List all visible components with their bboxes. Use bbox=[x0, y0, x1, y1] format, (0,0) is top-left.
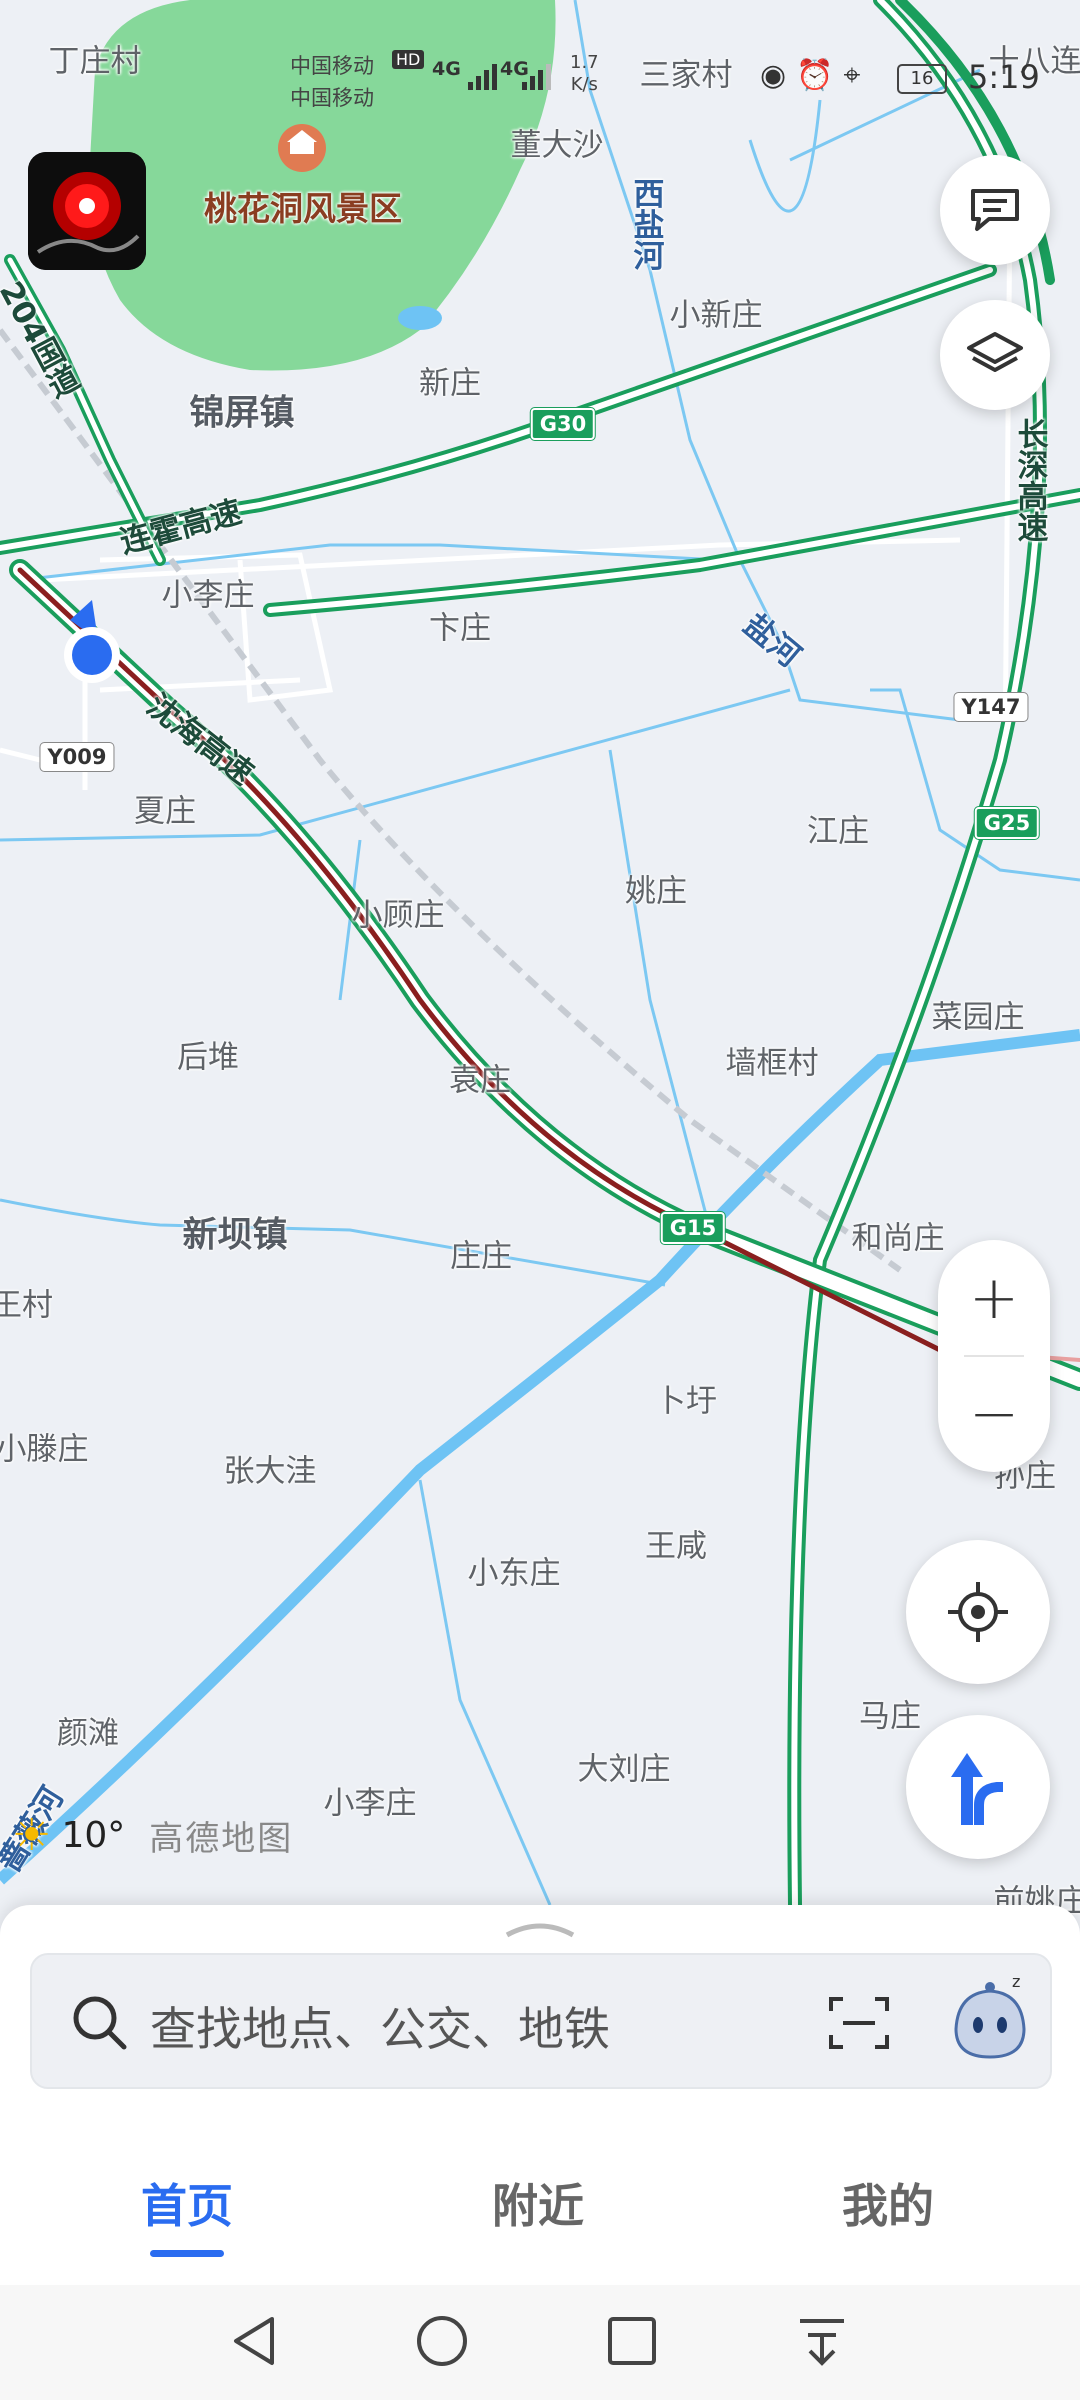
weather-widget[interactable]: ☀ 10° 高德地图 bbox=[12, 1810, 293, 1861]
network-type: 4G bbox=[432, 58, 461, 80]
place-label[interactable]: 小滕庄 bbox=[0, 1424, 89, 1469]
place-label[interactable]: 后堆 bbox=[177, 1032, 239, 1077]
road-shield: Y147 bbox=[954, 693, 1028, 721]
place-label[interactable]: 颜滩 bbox=[57, 1708, 119, 1753]
search-bar[interactable]: 查找地点、公交、地铁 z bbox=[30, 1953, 1052, 2089]
place-label[interactable]: 小新庄 bbox=[670, 290, 763, 335]
place-label[interactable]: 卜圩 bbox=[655, 1376, 717, 1421]
place-label[interactable]: 卞庄 bbox=[429, 603, 491, 648]
locate-button[interactable] bbox=[906, 1540, 1050, 1684]
zoom-in-button[interactable]: + bbox=[938, 1240, 1050, 1356]
status-bar: 中国移动 HD 中国移动 4G 4G 1.7 K/s ◉⏰⌖ 16 5:19 bbox=[0, 0, 1080, 110]
signal-icon-2 bbox=[522, 64, 551, 90]
layers-icon bbox=[967, 332, 1023, 372]
carrier-2: 中国移动 bbox=[290, 86, 374, 110]
place-label[interactable]: 小东庄 bbox=[468, 1548, 561, 1593]
tab-me[interactable]: 我的 bbox=[842, 2170, 934, 2236]
place-label[interactable]: 小李庄 bbox=[162, 570, 255, 615]
road-shield: G15 bbox=[660, 1212, 726, 1244]
place-label[interactable]: 董大沙 bbox=[511, 120, 604, 165]
scan-icon[interactable] bbox=[827, 1993, 891, 2053]
map-brand-logo: 高德地图 bbox=[149, 1819, 294, 1859]
tab-home[interactable]: 首页 bbox=[141, 2170, 233, 2236]
place-label[interactable]: 江庄 bbox=[807, 806, 869, 851]
carrier-1: 中国移动 bbox=[290, 54, 374, 78]
notification-pulldown-icon[interactable] bbox=[794, 2313, 850, 2369]
svg-text:z: z bbox=[1012, 1973, 1020, 1991]
sun-icon: ☀ bbox=[12, 1810, 52, 1861]
place-label[interactable]: 袁庄 bbox=[449, 1055, 511, 1100]
layers-button[interactable] bbox=[940, 300, 1050, 410]
road-shield: G30 bbox=[530, 408, 596, 440]
user-avatar[interactable] bbox=[28, 152, 146, 270]
place-label[interactable]: 大刘庄 bbox=[578, 1744, 671, 1789]
active-tab-indicator bbox=[150, 2250, 224, 2257]
place-label[interactable]: 姚庄 bbox=[625, 866, 687, 911]
sheet-handle[interactable] bbox=[505, 1919, 575, 1939]
place-label[interactable]: 王咸 bbox=[645, 1521, 707, 1566]
search-icon bbox=[73, 1996, 127, 2050]
message-icon bbox=[971, 189, 1019, 231]
tab-nearby[interactable]: 附近 bbox=[492, 2170, 584, 2236]
bottom-sheet: 查找地点、公交、地铁 z bbox=[0, 1905, 1080, 2130]
recents-icon[interactable] bbox=[604, 2313, 660, 2369]
eye-icon: ◉ bbox=[760, 58, 797, 93]
place-label[interactable]: 新庄 bbox=[419, 358, 481, 403]
zoom-out-button[interactable]: − bbox=[938, 1356, 1050, 1472]
place-label[interactable]: 菜园庄 bbox=[932, 992, 1025, 1037]
place-label[interactable]: 庄庄 bbox=[450, 1231, 512, 1276]
net-speed: 1.7 K/s bbox=[570, 52, 599, 95]
feedback-button[interactable] bbox=[940, 155, 1050, 265]
search-placeholder: 查找地点、公交、地铁 bbox=[150, 2002, 610, 2056]
place-label[interactable]: 桃花洞风景区 bbox=[204, 182, 402, 230]
road-shield: Y009 bbox=[40, 743, 114, 771]
home-icon[interactable] bbox=[414, 2313, 470, 2369]
location-pin-icon: ⌖ bbox=[843, 58, 871, 93]
pond bbox=[398, 306, 442, 330]
status-icons: ◉⏰⌖ bbox=[760, 58, 870, 93]
place-label[interactable]: 张大洼 bbox=[224, 1446, 317, 1491]
place-label[interactable]: 墙框村 bbox=[726, 1038, 819, 1083]
place-label[interactable]: 锦屏镇 bbox=[189, 385, 294, 436]
river-label: 西盐河 bbox=[627, 177, 664, 271]
assistant-bot-icon[interactable]: z bbox=[950, 1973, 1030, 2065]
place-label[interactable]: 和尚庄 bbox=[852, 1213, 945, 1258]
hd-badge: HD bbox=[392, 50, 425, 69]
scenic-poi-marker bbox=[278, 124, 326, 172]
temperature: 10° bbox=[61, 1815, 126, 1856]
place-label[interactable]: 夏庄 bbox=[134, 786, 196, 831]
clock: 5:19 bbox=[968, 58, 1040, 96]
route-button[interactable] bbox=[906, 1715, 1050, 1859]
place-label[interactable]: 新坝镇 bbox=[182, 1207, 287, 1258]
bottom-tab-bar: 首页 附近 我的 bbox=[0, 2130, 1080, 2285]
road-shield: G25 bbox=[974, 807, 1040, 839]
highway-label: 长深高速 bbox=[1011, 418, 1048, 542]
zoom-control: + − bbox=[938, 1240, 1050, 1472]
battery-icon: 16 bbox=[897, 64, 947, 94]
place-label[interactable]: 王村 bbox=[0, 1280, 53, 1325]
system-navigation-bar bbox=[0, 2285, 1080, 2400]
place-label[interactable]: 马庄 bbox=[859, 1691, 921, 1736]
alarm-icon: ⏰ bbox=[796, 58, 844, 93]
locate-icon bbox=[948, 1582, 1008, 1642]
route-icon bbox=[951, 1753, 1003, 1825]
back-icon[interactable] bbox=[228, 2313, 284, 2369]
place-label[interactable]: 小顾庄 bbox=[352, 890, 445, 935]
place-label[interactable]: 小李庄 bbox=[324, 1778, 417, 1823]
